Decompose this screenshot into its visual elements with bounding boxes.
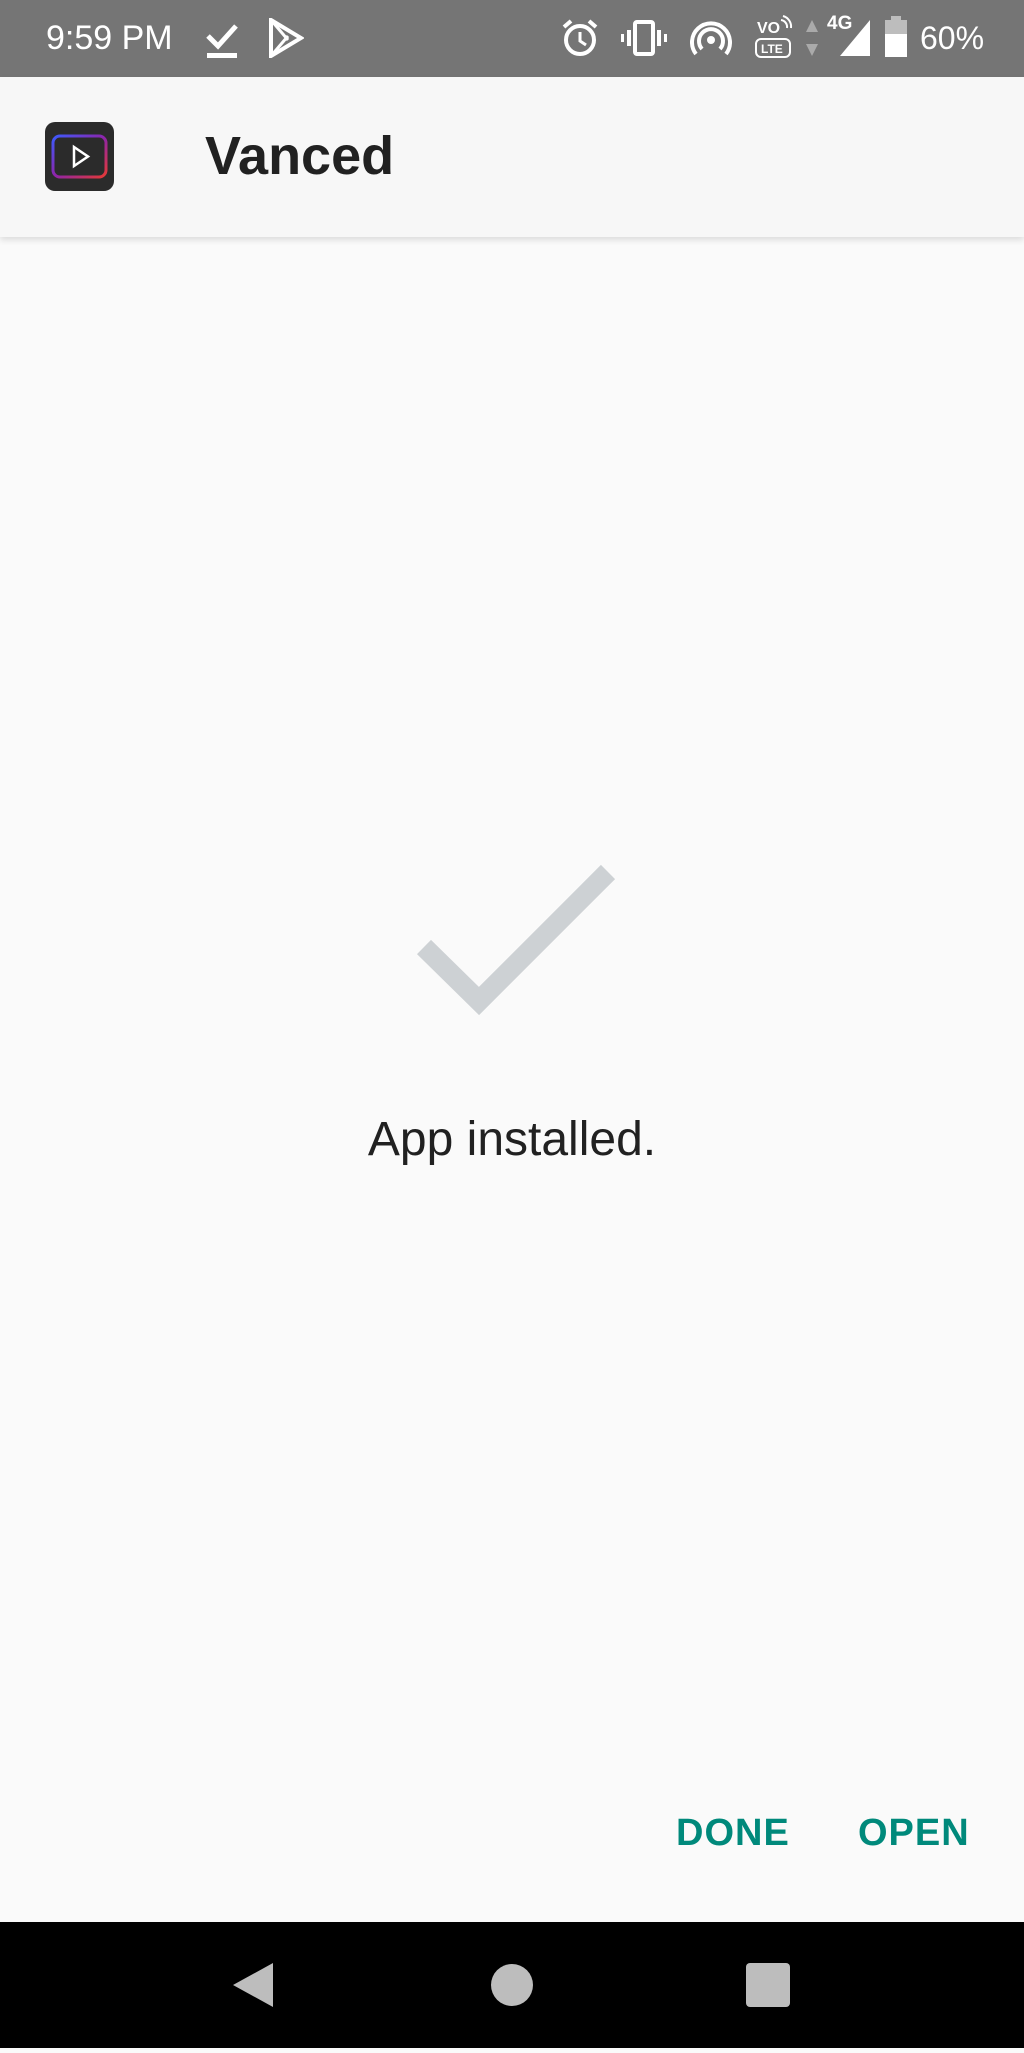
open-button[interactable]: OPEN xyxy=(858,1805,970,1861)
checkmark-icon xyxy=(416,864,616,1016)
back-button[interactable] xyxy=(193,1922,313,2048)
status-bar: 9:59 PM VO LTE 4G 60% xyxy=(0,0,1024,77)
navigation-bar xyxy=(0,1922,1024,2048)
recents-icon xyxy=(746,1963,790,2007)
play-store-icon xyxy=(269,18,304,58)
status-time: 9:59 PM xyxy=(46,19,173,57)
install-status-message: App installed. xyxy=(367,1113,657,1166)
app-header: Vanced xyxy=(0,77,1024,237)
back-icon xyxy=(233,1963,273,2007)
recents-button[interactable] xyxy=(708,1922,828,2048)
svg-text:VO: VO xyxy=(757,20,780,37)
signal-icon xyxy=(840,20,870,56)
battery-percent: 60% xyxy=(920,20,985,56)
home-button[interactable] xyxy=(452,1922,572,2048)
volte-icon: VO LTE xyxy=(755,15,793,58)
home-icon xyxy=(491,1964,533,2006)
alarm-icon xyxy=(562,19,598,56)
data-arrows-icon xyxy=(806,20,818,56)
svg-text:LTE: LTE xyxy=(761,42,783,56)
battery-icon xyxy=(885,16,907,57)
done-button[interactable]: DONE xyxy=(676,1805,790,1861)
hotspot-icon xyxy=(690,21,732,56)
app-title: Vanced xyxy=(205,126,395,186)
check-download-icon xyxy=(206,24,238,58)
vanced-app-icon xyxy=(45,122,114,191)
vibrate-icon xyxy=(621,20,667,56)
